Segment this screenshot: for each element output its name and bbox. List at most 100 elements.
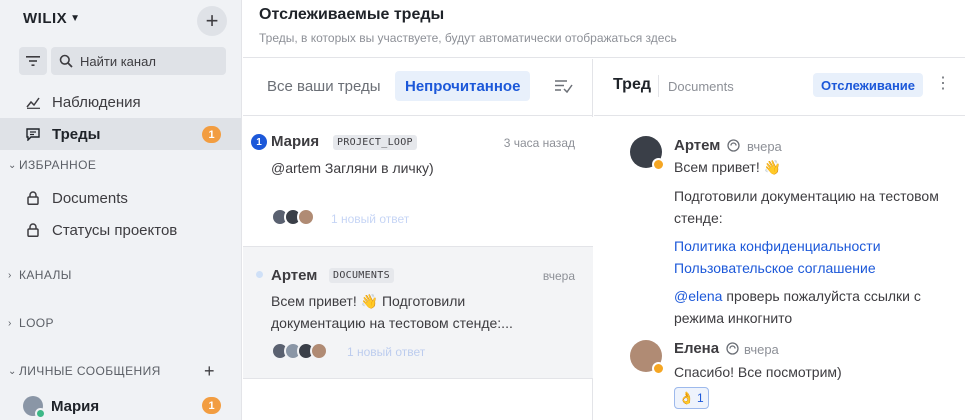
chevron-right-icon: › (8, 269, 12, 281)
author-name: Елена (674, 340, 720, 357)
chevron-right-icon: › (8, 317, 12, 329)
section-label: КАНАЛЫ (19, 268, 72, 282)
ok-hand-emoji: 👌 (679, 391, 694, 405)
channel-tag: DOCUMENTS (329, 268, 394, 283)
search-icon (59, 54, 73, 68)
message-icon (25, 126, 41, 142)
avatar (297, 208, 315, 226)
add-button[interactable]: + (197, 6, 227, 36)
remote-user-icon (726, 342, 739, 355)
thread-item[interactable]: 1 Мария PROJECT_LOOP 3 часа назад @artem… (243, 117, 593, 247)
sidebar-item-project-statuses[interactable]: Статусы проектов (0, 214, 241, 246)
divider (658, 75, 659, 97)
filter-button[interactable] (19, 47, 47, 75)
post-author[interactable]: Артем (674, 137, 741, 154)
section-label: ЛИЧНЫЕ СООБЩЕНИЯ (19, 364, 161, 378)
thread-view: Тред Documents Отслеживание ⋮ Артем вчер… (594, 59, 965, 420)
post-text: Спасибо! Все посмотрим) (674, 364, 842, 380)
post-text: Всем привет! 👋 (674, 159, 782, 175)
sidebar-item-label: Статусы проектов (52, 221, 178, 239)
post-text: стенде: (674, 210, 723, 226)
chevron-down-icon: ⌄ (8, 365, 17, 377)
avatar[interactable] (630, 136, 665, 171)
thread-channel-link[interactable]: Documents (668, 79, 734, 94)
post-text: Подготовили документацию на тестовом (674, 188, 939, 204)
more-options-icon[interactable]: ⋮ (935, 76, 951, 92)
post-text-mention-line: @elena проверь пожалуйста ссылки с (674, 285, 921, 307)
avatar[interactable] (630, 340, 665, 375)
sort-check-icon[interactable] (555, 79, 573, 93)
section-label: ИЗБРАННОЕ (19, 158, 97, 172)
chart-icon (25, 94, 41, 110)
channel-search-input[interactable]: Найти канал (51, 47, 226, 75)
sidebar-item-threads[interactable]: Треды 1 (0, 118, 241, 150)
tab-unread[interactable]: Непрочитанное (395, 71, 531, 101)
section-channels[interactable]: › КАНАЛЫ (8, 268, 72, 282)
thread-item[interactable]: Артем DOCUMENTS вчера Всем привет! 👋 Под… (243, 247, 593, 379)
sidebar-item-label: Треды (52, 125, 101, 143)
workspace-name: WILIX (23, 10, 68, 27)
remote-user-icon (727, 139, 741, 152)
participants (271, 342, 328, 360)
unread-badge: 1 (202, 397, 221, 414)
sidebar-item-documents[interactable]: Documents (0, 182, 241, 214)
author-name: Артем (674, 137, 721, 154)
thread-view-header: Тред Documents Отслеживание ⋮ (594, 59, 965, 116)
thread-tabs: Все ваши треды Непрочитанное (243, 59, 593, 116)
add-dm-button[interactable]: + (204, 362, 215, 380)
tab-all-threads[interactable]: Все ваши треды (257, 71, 391, 101)
participants (271, 208, 315, 226)
page-title: Отслеживаемые треды (259, 6, 445, 23)
section-direct-messages[interactable]: ⌄ ЛИЧНЫЕ СООБЩЕНИЯ (8, 364, 161, 378)
dm-item-maria[interactable]: Мария 1 (0, 392, 241, 420)
mention-link[interactable]: @elena (674, 288, 722, 304)
dm-name: Мария (51, 397, 100, 415)
thread-time: вчера (542, 269, 575, 283)
lock-icon (25, 222, 41, 238)
sidebar: WILIX ▼ + Найти канал Наблюдения Треды 1… (0, 0, 242, 420)
new-reply-count: 1 новый ответ (347, 345, 426, 359)
post-text: режима инкогнито (674, 310, 793, 326)
post-time[interactable]: вчера (744, 342, 779, 357)
section-loop[interactable]: › LOOP (8, 316, 54, 330)
section-favorites[interactable]: ⌄ ИЗБРАННОЕ (8, 158, 96, 172)
plus-icon: + (205, 8, 219, 33)
thread-preview-line2: документацию на тестовом стенде:... (271, 315, 513, 331)
post-author[interactable]: Елена (674, 340, 739, 357)
page-subtitle: Треды, в которых вы участвуете, будут ав… (259, 31, 677, 45)
clock-status-icon (652, 362, 665, 375)
thread-list: Все ваши треды Непрочитанное 1 Мария PRO… (243, 59, 593, 420)
post-time[interactable]: вчера (747, 139, 782, 154)
online-status-icon (35, 408, 46, 419)
thread-view-title: Тред (613, 76, 651, 93)
reaction-count: 1 (696, 391, 704, 405)
thread-author: Мария (271, 133, 320, 150)
section-label: LOOP (19, 316, 54, 330)
privacy-policy-link[interactable]: Политика конфиденциальности (674, 235, 881, 257)
filter-icon (26, 56, 40, 66)
follow-button[interactable]: Отслеживание (813, 73, 924, 97)
new-reply-count: 1 новый ответ (331, 212, 410, 226)
thread-time: 3 часа назад (503, 136, 575, 150)
reaction-button[interactable]: 👌 1 (674, 387, 709, 409)
workspace-switcher[interactable]: WILIX ▼ (23, 10, 81, 27)
search-placeholder: Найти канал (80, 53, 156, 69)
chevron-down-icon: ▼ (70, 13, 81, 24)
sidebar-item-insights[interactable]: Наблюдения (0, 86, 241, 118)
user-agreement-link[interactable]: Пользовательское соглашение (674, 257, 876, 279)
thread-preview-line1: Всем привет! 👋 Подготовили (271, 293, 466, 309)
thread-preview: @artem Загляни в личку) (271, 160, 434, 176)
page-header: Отслеживаемые треды Треды, в которых вы … (243, 0, 965, 58)
avatar (23, 396, 46, 419)
channel-tag: PROJECT_LOOP (333, 135, 417, 150)
unread-dot-icon (256, 271, 263, 278)
unread-badge: 1 (202, 126, 221, 143)
chevron-down-icon: ⌄ (8, 159, 17, 171)
thread-author: Артем (271, 267, 318, 284)
post-text: проверь пожалуйста ссылки с (722, 288, 921, 304)
clock-status-icon (652, 158, 665, 171)
avatar (310, 342, 328, 360)
sidebar-item-label: Documents (52, 189, 128, 207)
sidebar-item-label: Наблюдения (52, 93, 141, 111)
unread-count-badge: 1 (251, 134, 267, 150)
